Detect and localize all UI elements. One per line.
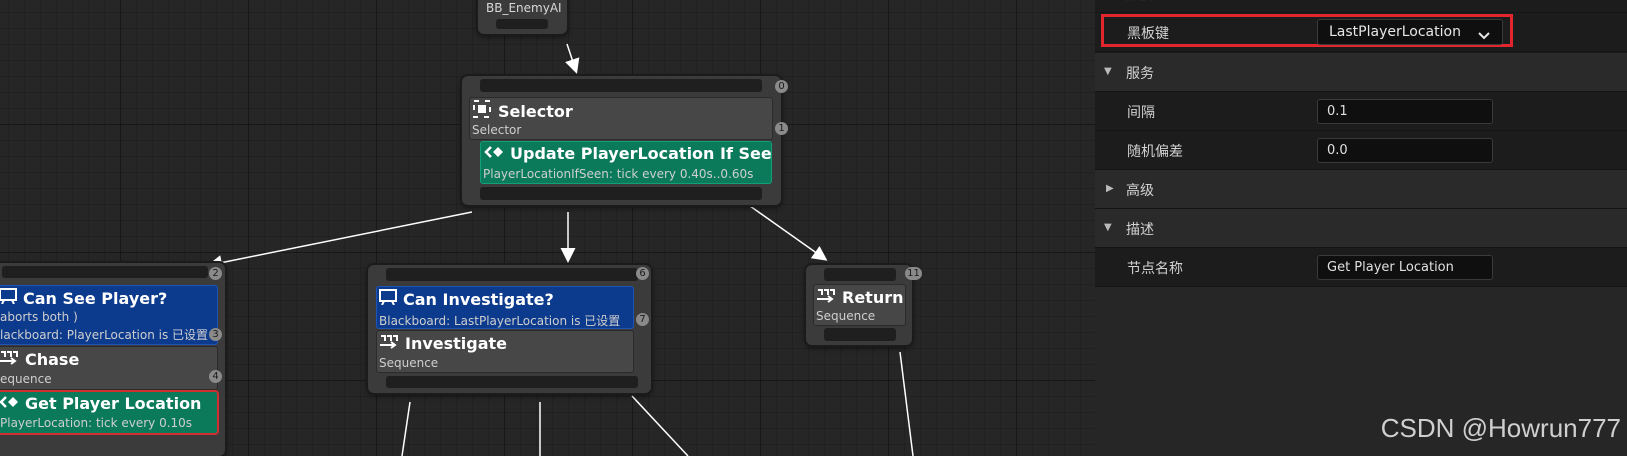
selector-icon <box>472 99 492 123</box>
interval-row: 间隔 0.1 <box>1095 92 1627 131</box>
blackboard-key-row: 黑板键 LastPlayerLocation <box>1095 13 1627 52</box>
section-description-label: 描述 <box>1126 222 1154 238</box>
return-output-pin[interactable] <box>824 328 896 341</box>
selector-title: Selector <box>498 101 573 121</box>
selector-index-badge: 0 <box>775 80 788 93</box>
can-see-player-title: Can See Player? <box>23 288 168 308</box>
cut-off-row: 黑板 <box>1095 0 1627 13</box>
chase-index-badge: 2 <box>209 267 222 280</box>
get-player-location-subtitle: PlayerLocation: tick every 0.10s <box>0 416 193 430</box>
selector-output-pin[interactable] <box>480 187 762 200</box>
watermark: CSDN @Howrun777 <box>1380 413 1621 443</box>
wire-investigate-out-1 <box>401 401 411 456</box>
node-name-label: 节点名称 <box>1127 261 1183 277</box>
can-see-player-line1: aborts both ) <box>0 310 78 324</box>
wire-investigate-out-3 <box>631 395 689 456</box>
section-advanced-label: 高级 <box>1126 183 1154 199</box>
can-investigate-decorator[interactable]: Can Investigate? Blackboard: LastPlayerL… <box>376 286 634 329</box>
random-deviation-row: 随机偏差 0.0 <box>1095 131 1627 170</box>
behavior-tree-graph[interactable]: BB_EnemyAI 0 Selector Selector 1 Update … <box>0 0 1095 456</box>
sequence-icon <box>816 287 836 307</box>
chase-branch-node[interactable]: 2 Can See Player? aborts both ) lackboar… <box>0 263 225 456</box>
node-name-row: 节点名称 Get Player Location <box>1095 248 1627 287</box>
investigate-sequence-card[interactable]: Investigate Sequence <box>376 330 634 373</box>
selector-card[interactable]: Selector Selector <box>469 97 773 140</box>
return-input-pin[interactable] <box>824 268 896 281</box>
decorator-index-badge: 3 <box>209 328 222 341</box>
investigate-title: Investigate <box>405 333 508 353</box>
decorator-icon <box>0 288 17 308</box>
return-title: Return <box>842 287 904 307</box>
selector-service-subtitle: PlayerLocationIfSeen: tick every 0.40s..… <box>483 167 754 181</box>
interval-label: 间隔 <box>1127 105 1155 121</box>
selector-service-card[interactable]: Update PlayerLocation If Seen PlayerLoca… <box>480 141 772 184</box>
root-node-title: BB_EnemyAI <box>486 1 562 15</box>
wire-selector-to-chase <box>207 211 473 270</box>
chase-subtitle: equence <box>0 372 52 386</box>
get-player-location-title: Get Player Location <box>25 394 202 413</box>
section-services-label: 服务 <box>1126 66 1154 82</box>
collapsed-arrow-icon: ▶ <box>1106 183 1114 194</box>
expanded-arrow-icon: ▼ <box>1104 222 1112 233</box>
selector-node[interactable]: 0 Selector Selector 1 Update PlayerLocat… <box>462 76 788 205</box>
investigate-decorator-index-badge: 7 <box>636 313 649 326</box>
expanded-arrow-icon: ▼ <box>1104 66 1112 77</box>
can-see-player-decorator[interactable]: Can See Player? aborts both ) lackboard:… <box>0 285 218 345</box>
investigate-index-badge: 6 <box>636 267 649 280</box>
chase-sequence-card[interactable]: Chase equence <box>0 346 218 390</box>
root-output-pin[interactable] <box>496 19 548 29</box>
return-node[interactable]: 11 Return Sequence <box>806 265 922 345</box>
wire-return-out <box>899 351 914 456</box>
selector-service-title: Update PlayerLocation If Seen <box>510 144 772 163</box>
wire-bb-to-selector <box>565 43 580 74</box>
blackboard-key-dropdown[interactable]: LastPlayerLocation <box>1317 19 1503 45</box>
details-panel: 黑板 黑板键 LastPlayerLocation ▼ 服务 间隔 0.1 随机… <box>1095 0 1627 456</box>
selector-input-pin[interactable] <box>480 79 762 92</box>
cut-off-label: 黑板 <box>1125 0 1153 4</box>
chase-input-pin[interactable] <box>2 266 208 278</box>
chevron-down-icon <box>1478 26 1490 45</box>
sequence-icon <box>379 333 399 353</box>
service-icon <box>484 144 504 163</box>
blackboard-key-label: 黑板键 <box>1127 26 1169 42</box>
section-advanced[interactable]: ▶ 高级 <box>1095 170 1627 209</box>
investigate-subtitle: Sequence <box>379 356 439 370</box>
investigate-input-pin[interactable] <box>386 268 638 281</box>
can-see-player-line2: lackboard: PlayerLocation is 已设置 <box>0 328 209 342</box>
section-description[interactable]: ▼ 描述 <box>1095 209 1627 248</box>
interval-input[interactable]: 0.1 <box>1317 99 1493 124</box>
investigate-output-pin[interactable] <box>386 376 638 388</box>
service-icon <box>0 394 19 413</box>
can-investigate-subtitle: Blackboard: LastPlayerLocation is 已设置 <box>379 314 621 328</box>
root-node[interactable]: BB_EnemyAI <box>478 0 567 34</box>
section-services[interactable]: ▼ 服务 <box>1095 53 1627 92</box>
blackboard-key-value: LastPlayerLocation <box>1329 24 1461 40</box>
chase-title: Chase <box>25 349 80 369</box>
decorator-icon <box>379 289 397 309</box>
node-name-input[interactable]: Get Player Location <box>1317 255 1493 280</box>
selector-service-index-badge: 1 <box>775 122 788 135</box>
random-deviation-input[interactable]: 0.0 <box>1317 138 1493 163</box>
can-investigate-title: Can Investigate? <box>403 289 554 309</box>
return-subtitle: Sequence <box>816 309 876 323</box>
return-index-badge: 11 <box>905 267 922 280</box>
wire-selector-to-return <box>749 205 828 261</box>
chase-seq-index-badge: 4 <box>209 370 222 383</box>
sequence-icon <box>0 349 19 369</box>
selector-subtitle: Selector <box>472 123 522 137</box>
return-sequence-card[interactable]: Return Sequence <box>813 284 906 326</box>
investigate-node[interactable]: 6 Can Investigate? Blackboard: LastPlaye… <box>368 265 651 393</box>
get-player-location-service[interactable]: Get Player Location PlayerLocation: tick… <box>0 390 219 435</box>
random-deviation-label: 随机偏差 <box>1127 144 1183 160</box>
